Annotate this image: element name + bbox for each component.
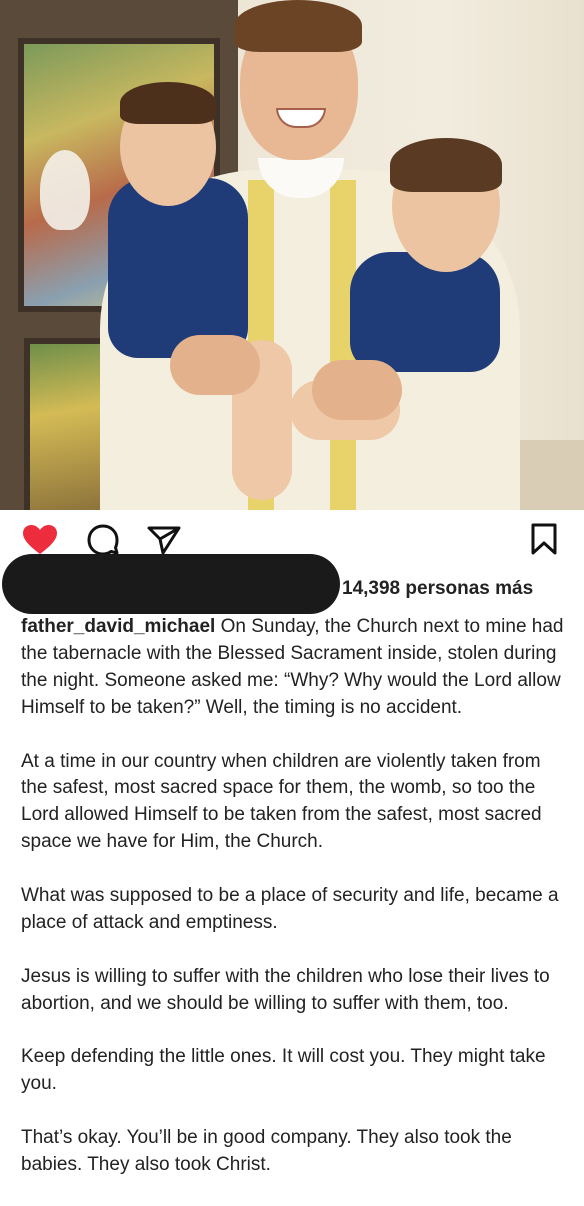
post-photo[interactable]	[0, 0, 584, 510]
likes-row: 14,398 personas más	[0, 552, 584, 614]
caption-paragraph: What was supposed to be a place of secur…	[21, 885, 559, 933]
post-caption: father_david_michael On Sunday, the Chur…	[21, 614, 569, 1206]
baby-left-body	[108, 178, 248, 358]
caption-paragraph: Jesus is willing to suffer with the chil…	[21, 965, 550, 1014]
caption-first-paragraph: father_david_michael On Sunday, the Chur…	[21, 614, 569, 722]
username-link[interactable]: father_david_michael	[21, 616, 215, 637]
dove-figure	[40, 150, 90, 230]
redaction-bar	[2, 554, 340, 614]
caption-paragraph: Keep defending the little ones. It will …	[21, 1046, 546, 1095]
priest-hand-left	[170, 335, 260, 395]
baby-left-hair	[120, 82, 216, 124]
caption-paragraph: That’s okay. You’ll be in good company. …	[21, 1127, 512, 1176]
priest-hair	[234, 0, 362, 52]
baby-right-hair	[390, 138, 502, 192]
likes-count[interactable]: 14,398 personas más	[342, 578, 533, 600]
caption-paragraph: At a time in our country when children a…	[21, 750, 542, 853]
bookmark-icon[interactable]	[528, 522, 560, 556]
priest-hand-right	[312, 360, 402, 420]
baby-right-body	[350, 252, 500, 372]
